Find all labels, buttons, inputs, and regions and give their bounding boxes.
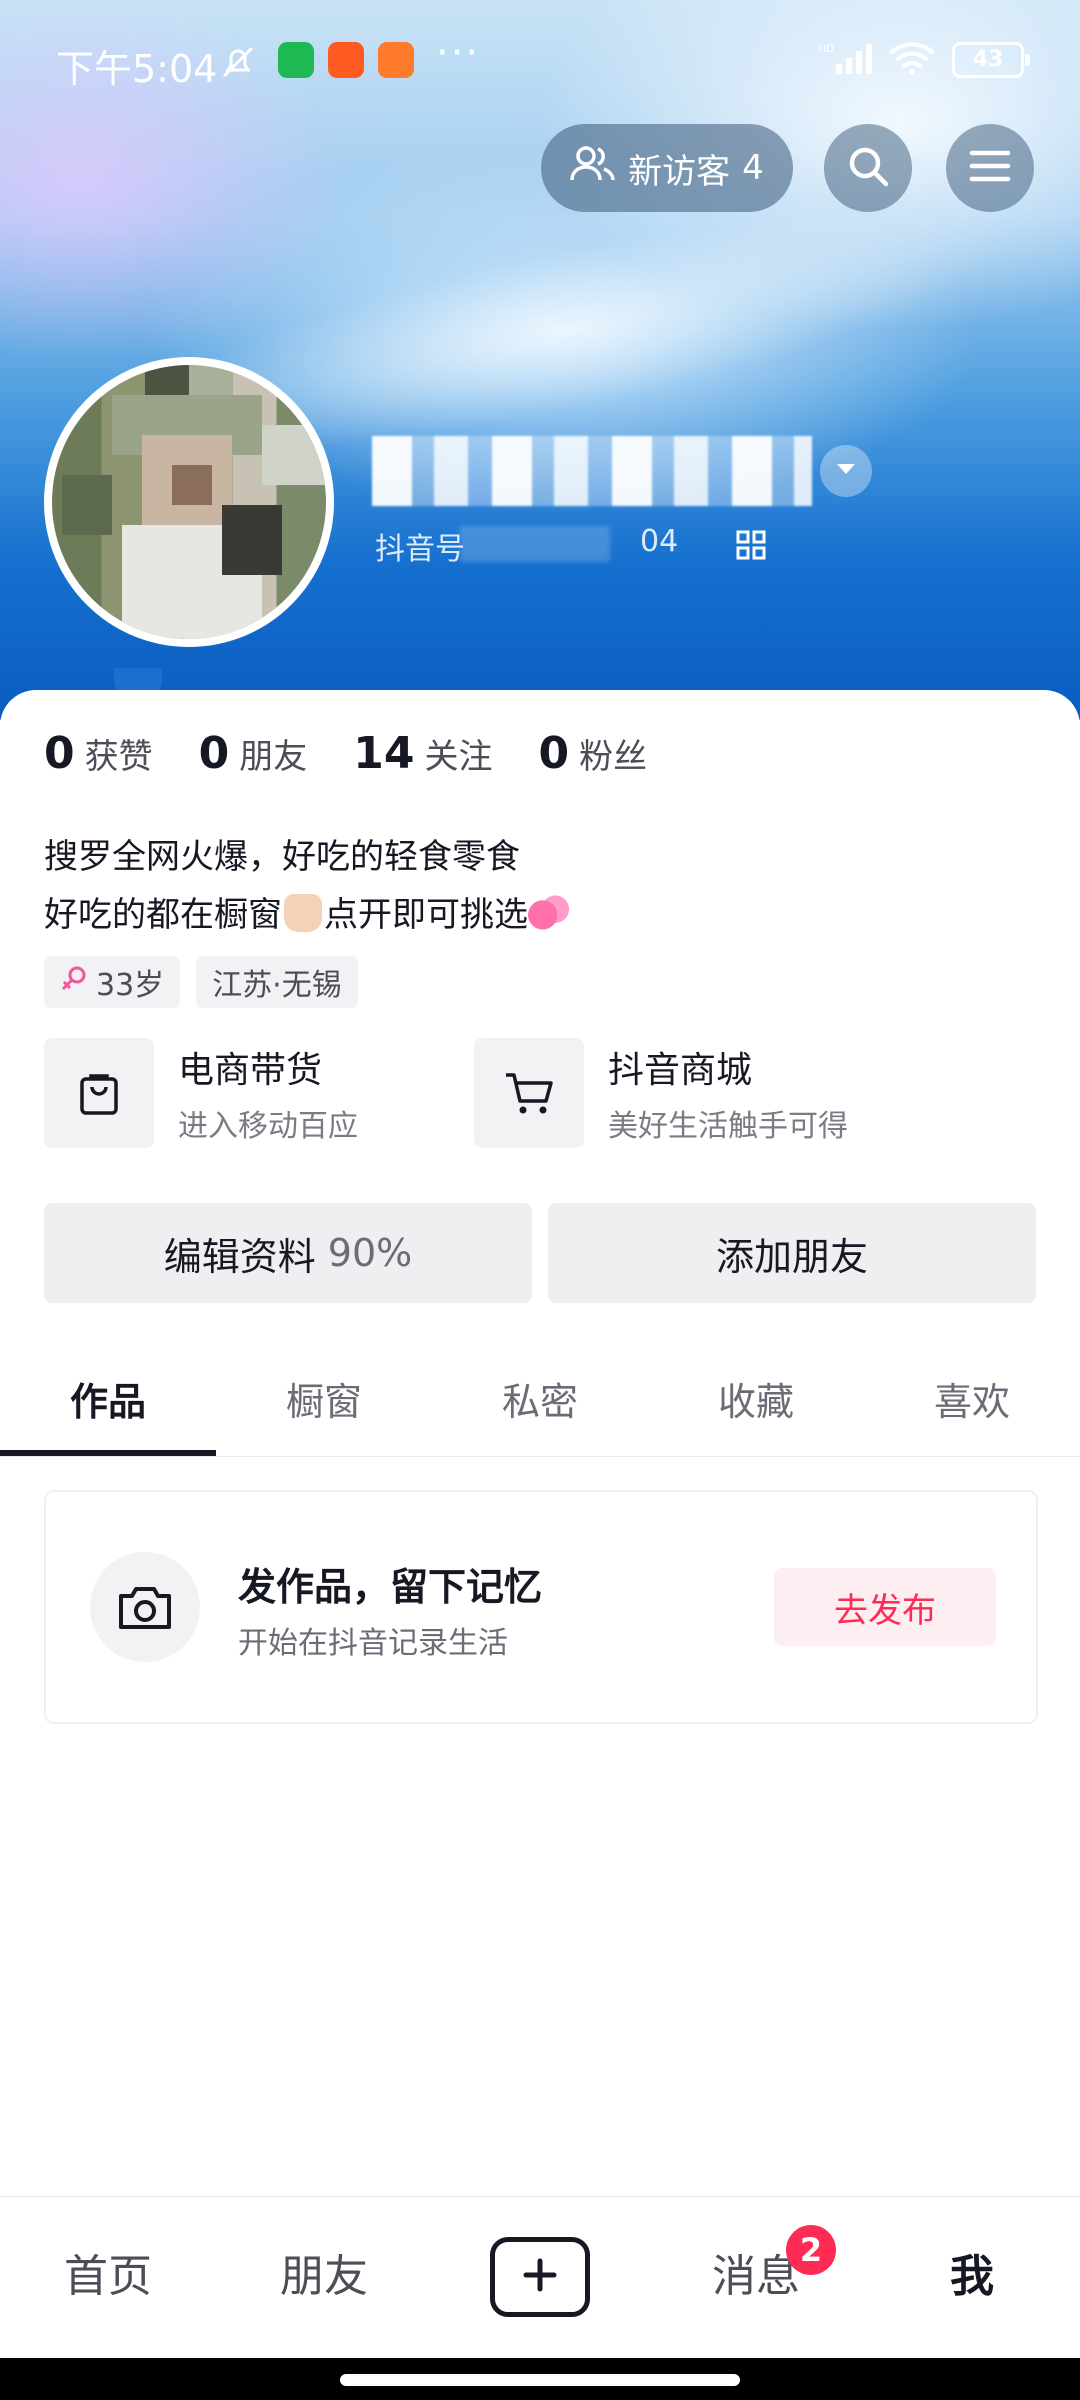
- nav-friends[interactable]: 朋友: [216, 2197, 432, 2357]
- douyin-mall-subtitle: 美好生活触手可得: [608, 1109, 848, 1144]
- status-time: 下午5:04: [56, 47, 218, 91]
- mute-icon: [218, 42, 258, 86]
- stat-likes[interactable]: 0 获赞: [44, 728, 153, 779]
- bio-line-1: 搜罗全网火爆，好吃的轻食零食: [44, 837, 520, 877]
- status-bar: 下午5:04 ··· HD 43: [0, 0, 1080, 124]
- nav-me[interactable]: 我: [864, 2197, 1080, 2357]
- tab-favorites[interactable]: 收藏: [648, 1360, 864, 1456]
- qr-code-icon[interactable]: [736, 530, 766, 560]
- messages-badge: 2: [786, 2225, 836, 2275]
- stat-friends[interactable]: 0 朋友: [199, 728, 308, 779]
- edit-profile-button[interactable]: 编辑资料 90%: [44, 1203, 532, 1303]
- douyin-mall-title: 抖音商城: [608, 1050, 753, 1091]
- menu-icon: [968, 146, 1012, 190]
- menu-button[interactable]: [946, 124, 1034, 212]
- more-notifications-icon: ···: [436, 30, 481, 76]
- ecommerce-title: 电商带货: [178, 1050, 323, 1091]
- camera-icon: [90, 1552, 200, 1662]
- account-switch-button[interactable]: [820, 445, 872, 497]
- new-visitors-count: 4: [742, 148, 764, 188]
- home-indicator[interactable]: [340, 2374, 740, 2386]
- active-tab-indicator: [0, 1450, 216, 1456]
- visitors-icon: [570, 144, 616, 193]
- username-redacted: [372, 436, 812, 506]
- tab-private[interactable]: 私密: [432, 1360, 648, 1456]
- nav-home[interactable]: 首页: [0, 2197, 216, 2357]
- tab-works[interactable]: 作品: [0, 1360, 216, 1456]
- douyin-mall-entry[interactable]: 抖音商城 美好生活触手可得: [474, 1038, 848, 1148]
- post-prompt-title: 发作品，留下记忆: [238, 1565, 543, 1609]
- post-prompt-subtitle: 开始在抖音记录生活: [238, 1626, 508, 1661]
- new-visitors-button[interactable]: 新访客 4: [541, 124, 793, 212]
- plus-icon: [520, 2255, 560, 2299]
- add-friend-button[interactable]: 添加朋友: [548, 1203, 1036, 1303]
- search-button[interactable]: [824, 124, 912, 212]
- profile-bio: 搜罗全网火爆，好吃的轻食零食 好吃的都在橱窗 点开即可挑选: [44, 828, 570, 944]
- create-post-button[interactable]: [490, 2237, 590, 2317]
- ecommerce-entry[interactable]: 电商带货 进入移动百应: [44, 1038, 358, 1148]
- age-tag: 33岁: [44, 956, 181, 1008]
- stat-following[interactable]: 14 关注: [353, 728, 492, 779]
- nav-messages[interactable]: 消息: [648, 2197, 864, 2357]
- battery-indicator: 43: [952, 42, 1030, 78]
- location-tag: 江苏·无锡: [196, 956, 358, 1008]
- svg-text:HD: HD: [818, 43, 834, 55]
- douyin-id-label: 抖音号: [375, 532, 465, 567]
- female-icon: [60, 964, 88, 1000]
- douyin-id-tail: 04: [640, 524, 679, 559]
- wifi-icon: [890, 40, 934, 80]
- pointing-down-emoji-icon: [284, 894, 322, 932]
- douyin-id-redacted: [460, 526, 610, 562]
- hearts-emoji-icon: [528, 894, 570, 932]
- tab-showcase[interactable]: 橱窗: [216, 1360, 432, 1456]
- publish-button[interactable]: 去发布: [774, 1568, 996, 1646]
- profile-stats: 0 获赞 0 朋友 14 关注 0 粉丝: [44, 728, 647, 779]
- ecommerce-subtitle: 进入移动百应: [178, 1109, 358, 1144]
- post-prompt-card: 发作品，留下记忆 开始在抖音记录生活 去发布: [44, 1490, 1038, 1724]
- kuaishou-app-icon: [328, 42, 364, 78]
- signal-icon: HD: [818, 40, 872, 80]
- profile-tags: 33岁 江苏·无锡: [44, 956, 358, 1008]
- stat-followers[interactable]: 0 粉丝: [538, 728, 647, 779]
- bottom-navigation: 首页 朋友 消息 2 我: [0, 2196, 1080, 2359]
- content-tabs: 作品 橱窗 私密 收藏 喜欢: [0, 1360, 1080, 1457]
- service-entries: 电商带货 进入移动百应 抖音商城 美好生活触手可得: [44, 1038, 1044, 1148]
- taobao-app-icon: [378, 42, 414, 78]
- shopping-bag-icon: [44, 1038, 154, 1148]
- new-visitors-label: 新访客: [628, 151, 731, 192]
- phone-app-icon: [278, 42, 314, 78]
- tab-likes[interactable]: 喜欢: [864, 1360, 1080, 1456]
- avatar[interactable]: [52, 365, 326, 639]
- chevron-down-icon: [835, 461, 857, 481]
- bio-line-2: 好吃的都在橱窗 点开即可挑选: [44, 886, 570, 944]
- search-icon: [846, 144, 890, 192]
- profile-completion: 90%: [327, 1231, 413, 1275]
- cart-icon: [474, 1038, 584, 1148]
